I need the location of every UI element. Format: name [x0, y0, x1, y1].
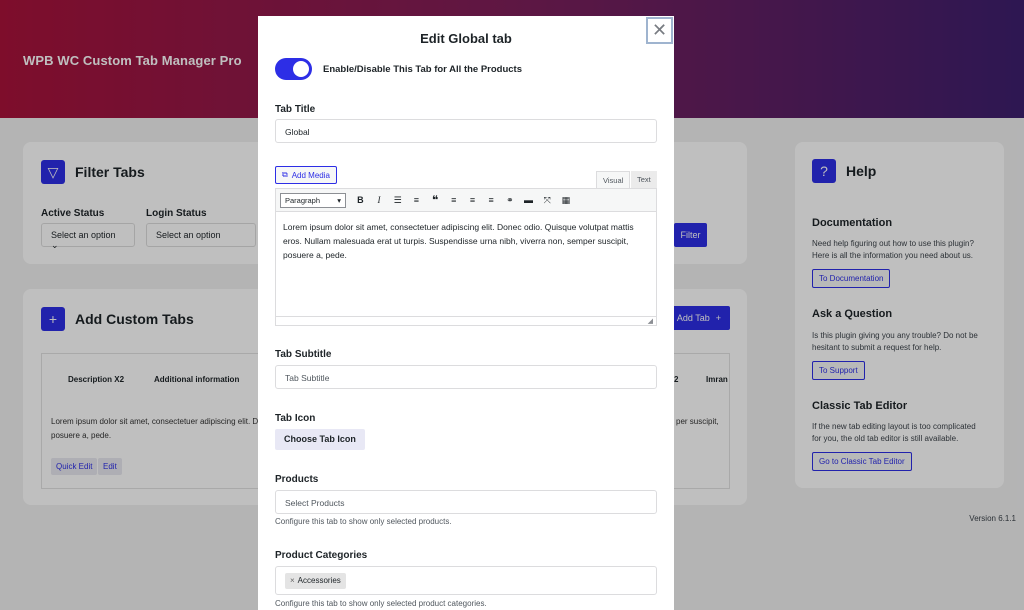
- fullscreen-icon[interactable]: ⤧: [538, 195, 557, 206]
- enable-tab-toggle[interactable]: [275, 58, 312, 80]
- categories-select[interactable]: × Accessories: [275, 566, 657, 595]
- categories-label: Product Categories: [275, 550, 368, 561]
- category-chip: × Accessories: [285, 573, 346, 589]
- remove-icon[interactable]: ×: [290, 576, 295, 585]
- edit-tab-modal: Edit Global tab Enable/Disable This Tab …: [258, 16, 674, 610]
- editor-toolbar: Paragraph ▾ B I ☰ ≡ ❝ ≡ ≡ ≡ ⚭ ▬ ⤧ ▦: [276, 189, 656, 212]
- tab-icon-label: Tab Icon: [275, 413, 316, 424]
- content-editor: Paragraph ▾ B I ☰ ≡ ❝ ≡ ≡ ≡ ⚭ ▬ ⤧ ▦ Lorem…: [275, 188, 657, 326]
- align-center-icon[interactable]: ≡: [463, 195, 482, 205]
- align-left-icon[interactable]: ≡: [444, 195, 463, 205]
- editor-tab-text[interactable]: Text: [631, 171, 657, 188]
- blockquote-icon[interactable]: ❝: [426, 193, 445, 207]
- link-icon[interactable]: ⚭: [501, 195, 520, 206]
- bullet-list-icon[interactable]: ☰: [388, 195, 407, 206]
- close-icon[interactable]: ✕: [646, 17, 673, 44]
- media-icon: ⧉: [282, 170, 288, 179]
- tab-title-input[interactable]: Global: [275, 119, 657, 143]
- format-select[interactable]: Paragraph ▾: [280, 192, 346, 208]
- read-more-icon[interactable]: ▬: [519, 195, 538, 205]
- resize-handle-icon[interactable]: ◢: [648, 317, 653, 325]
- products-select[interactable]: Select Products: [275, 490, 657, 514]
- tab-subtitle-input[interactable]: Tab Subtitle: [275, 365, 657, 389]
- products-label: Products: [275, 474, 319, 485]
- tab-subtitle-label: Tab Subtitle: [275, 349, 332, 360]
- choose-tab-icon-button[interactable]: Choose Tab Icon: [275, 429, 365, 450]
- editor-tab-visual[interactable]: Visual: [596, 171, 631, 188]
- bold-icon[interactable]: B: [351, 195, 370, 205]
- align-right-icon[interactable]: ≡: [482, 195, 501, 205]
- chevron-down-icon: ▾: [337, 195, 341, 205]
- italic-icon[interactable]: I: [370, 195, 389, 205]
- modal-title: Edit Global tab: [420, 31, 512, 46]
- products-help-text: Configure this tab to show only selected…: [275, 517, 452, 526]
- add-media-button[interactable]: ⧉ Add Media: [275, 166, 337, 184]
- editor-statusbar: ◢: [276, 316, 656, 325]
- numbered-list-icon[interactable]: ≡: [407, 195, 426, 205]
- tab-title-label: Tab Title: [275, 104, 316, 115]
- categories-help-text: Configure this tab to show only selected…: [275, 599, 487, 608]
- editor-content[interactable]: Lorem ipsum dolor sit amet, consectetuer…: [283, 220, 649, 262]
- enable-tab-label: Enable/Disable This Tab for All the Prod…: [323, 64, 523, 75]
- toolbar-toggle-icon[interactable]: ▦: [557, 195, 576, 206]
- toggle-knob: [293, 61, 309, 77]
